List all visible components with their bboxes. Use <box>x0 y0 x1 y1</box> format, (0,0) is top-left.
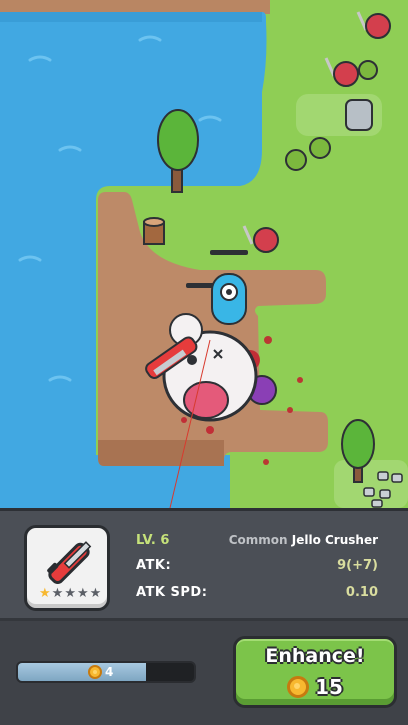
weapon-slot[interactable]: ★ ★ ★ ★ ★ <box>24 525 110 611</box>
coin-icon <box>287 676 310 698</box>
star-empty-icon: ★ <box>64 586 76 601</box>
atk-value: 9(+7) <box>337 558 378 573</box>
upgrade-progress-fill <box>18 663 147 681</box>
weapon-rarity: Common <box>228 533 288 547</box>
progress-coin-value: 4 <box>105 665 114 679</box>
enhance-label: Enhance! <box>265 645 365 667</box>
rock <box>345 99 373 131</box>
atk-speed-value: 0.10 <box>345 585 378 600</box>
weapon-title: Common Jello Crusher <box>229 533 378 547</box>
game-scene <box>0 0 408 508</box>
upgrade-progress-bar: 4 <box>16 661 196 683</box>
enhance-button[interactable]: Enhance! 15 <box>233 636 397 708</box>
weapon-name: Jello Crusher <box>291 533 378 547</box>
tree-stump <box>143 217 165 245</box>
atk-label: ATK: <box>136 558 172 573</box>
star-filled-icon: ★ <box>39 586 51 601</box>
star-empty-icon: ★ <box>89 586 102 601</box>
coin-icon <box>88 665 102 679</box>
enhance-cost: 15 <box>236 675 394 699</box>
weapon-info-panel: ★ ★ ★ ★ ★ LV. 6 Common Jello Crusher ATK: 9(… <box>0 508 408 725</box>
weapon-stats-section: ★ ★ ★ ★ ★ LV. 6 Common Jello Crusher ATK: 9(… <box>0 508 408 621</box>
enhance-cost-value: 15 <box>315 675 343 699</box>
star-empty-icon: ★ <box>76 586 89 601</box>
star-empty-icon: ★ <box>51 586 64 601</box>
chainsaw-icon <box>47 541 92 585</box>
weapon-level: LV. 6 <box>136 533 170 548</box>
star-rating: ★ ★ ★ ★ ★ <box>39 587 101 600</box>
atk-speed-label: ATK SPD: <box>136 585 208 600</box>
progress-coin-count: 4 <box>88 663 113 681</box>
